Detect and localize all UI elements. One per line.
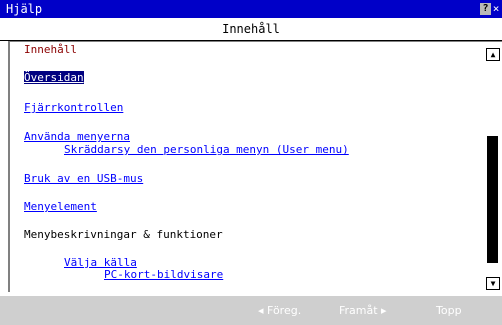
link-bruk-av-usb-mus[interactable]: Bruk av en USB-mus xyxy=(24,172,143,185)
title-bar: Hjälp ? × xyxy=(0,0,502,18)
next-button[interactable]: Framåt ▸ xyxy=(339,304,387,317)
contents-list: Innehåll Översidan Fjärrkontrollen Använ… xyxy=(24,42,486,292)
menybeskrivningar-heading: Menybeskrivningar & funktioner xyxy=(24,228,223,241)
navigation-bar: ◂ Föreg. Framåt ▸ Topp xyxy=(0,296,502,325)
link-menyelement[interactable]: Menyelement xyxy=(24,200,97,213)
content-header: Innehåll xyxy=(0,18,502,41)
window-title: Hjälp xyxy=(6,2,43,16)
link-oversidan[interactable]: Översidan xyxy=(24,71,84,84)
section-title: Innehåll xyxy=(24,43,77,56)
close-button[interactable]: × xyxy=(491,3,501,15)
previous-button[interactable]: ◂ Föreg. xyxy=(258,304,301,317)
top-button[interactable]: Topp xyxy=(436,304,462,317)
scroll-down-icon[interactable]: ▼ xyxy=(486,277,500,290)
help-button[interactable]: ? xyxy=(480,3,491,15)
link-anvanda-menyerna[interactable]: Använda menyerna xyxy=(24,130,130,143)
link-fjarrkontrollen[interactable]: Fjärrkontrollen xyxy=(24,101,123,114)
vertical-scrollbar[interactable]: ▲ ▼ xyxy=(486,43,500,292)
link-skraddarsy-menyn[interactable]: Skräddarsy den personliga menyn (User me… xyxy=(64,143,349,156)
header-title: Innehåll xyxy=(222,22,280,36)
scroll-up-icon[interactable]: ▲ xyxy=(486,48,500,61)
link-pc-kort-bildvisare[interactable]: PC-kort-bildvisare xyxy=(104,268,223,281)
scroll-thumb[interactable] xyxy=(487,136,498,263)
content-frame: Innehåll Översidan Fjärrkontrollen Använ… xyxy=(8,41,502,292)
